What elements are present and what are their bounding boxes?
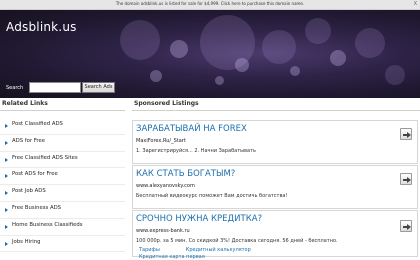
bullet-arrow-icon bbox=[5, 124, 8, 128]
bullet-arrow-icon bbox=[5, 140, 8, 145]
list-item[interactable]: Free Classified ADS Sites bbox=[0, 152, 125, 169]
divider bbox=[0, 110, 125, 111]
related-links-heading: Related Links bbox=[2, 100, 48, 107]
arrow-right-icon[interactable] bbox=[400, 128, 412, 140]
bokeh-decoration bbox=[330, 50, 346, 66]
related-link[interactable]: Free Classified ADS Sites bbox=[12, 155, 78, 161]
arrow-right-icon[interactable] bbox=[400, 173, 412, 185]
bullet-arrow-icon bbox=[5, 241, 8, 246]
bokeh-decoration bbox=[215, 76, 224, 85]
listing-url[interactable]: www.alexyanovsky.com bbox=[136, 183, 195, 189]
listing-description: 1. Зарегистрируйся... 2. Начни Зарабатыв… bbox=[136, 148, 256, 154]
listing-title[interactable]: КАК СТАТЬ БОГАТЫМ? bbox=[136, 169, 235, 179]
bullet-arrow-icon bbox=[5, 157, 8, 162]
domain-sale-bar[interactable]: The domain adsblink.us is listed for sal… bbox=[0, 0, 420, 10]
bokeh-decoration bbox=[150, 70, 162, 82]
sublink-calculator[interactable]: Кредитный калькулятор bbox=[186, 247, 251, 253]
list-item[interactable]: Home Business Classifieds bbox=[0, 219, 125, 236]
bullet-arrow-icon bbox=[5, 207, 8, 212]
related-link[interactable]: Free Business ADS bbox=[12, 205, 61, 211]
related-link[interactable]: Post ADS for Free bbox=[12, 171, 58, 177]
sponsored-listing[interactable]: СРОЧНО НУЖНА КРЕДИТКА? www.express-bank.… bbox=[132, 210, 418, 260]
listing-url[interactable]: www.express-bank.ru bbox=[136, 228, 190, 234]
bokeh-decoration bbox=[355, 28, 385, 58]
listing-description: Бесплатный видеокурс поможет Вам достичь… bbox=[136, 193, 288, 199]
list-item[interactable]: Post Classified ADS bbox=[0, 118, 125, 135]
site-title[interactable]: Adsblink.us bbox=[6, 20, 77, 34]
search-button[interactable]: Search Ads bbox=[82, 82, 115, 93]
bullet-arrow-icon bbox=[5, 174, 8, 179]
listing-sublinks: Кредитная карта первая bbox=[139, 254, 205, 260]
bokeh-decoration bbox=[170, 40, 188, 58]
divider bbox=[132, 110, 420, 111]
arrow-right-icon[interactable] bbox=[400, 220, 412, 232]
list-item[interactable]: Free Business ADS bbox=[0, 202, 125, 219]
related-link[interactable]: Post Classified ADS bbox=[12, 121, 63, 127]
related-link[interactable]: Post Job ADS bbox=[12, 188, 46, 194]
sponsored-listings-heading: Sponsored Listings bbox=[134, 100, 199, 107]
arrow-head bbox=[407, 223, 411, 230]
search-input[interactable] bbox=[29, 82, 81, 93]
listing-title[interactable]: ЗАРАБАТЫВАЙ НА FOREX bbox=[136, 124, 247, 134]
bokeh-decoration bbox=[305, 18, 331, 44]
bullet-arrow-icon bbox=[5, 224, 8, 229]
bokeh-decoration bbox=[385, 65, 405, 85]
bokeh-decoration bbox=[120, 20, 160, 60]
domain-sale-notice[interactable]: The domain adsblink.us is listed for sal… bbox=[0, 1, 420, 7]
listing-title[interactable]: СРОЧНО НУЖНА КРЕДИТКА? bbox=[136, 214, 262, 224]
bokeh-decoration bbox=[262, 30, 296, 64]
sublink-tariffs[interactable]: Тарифы bbox=[139, 247, 160, 253]
list-item[interactable]: Post ADS for Free bbox=[0, 168, 125, 186]
bokeh-decoration bbox=[235, 58, 249, 72]
arrow-head bbox=[407, 176, 411, 183]
list-item[interactable]: Post Job ADS bbox=[0, 185, 125, 202]
related-link[interactable]: Jobs Hiring bbox=[12, 239, 40, 245]
related-link[interactable]: Home Business Classifieds bbox=[12, 222, 83, 228]
list-item[interactable]: ADS for Free bbox=[0, 135, 125, 152]
sublink-first-card[interactable]: Кредитная карта первая bbox=[139, 254, 205, 260]
arrow-head bbox=[407, 131, 411, 138]
related-links-list: Post Classified ADS ADS for Free Free Cl… bbox=[0, 118, 125, 253]
listing-url[interactable]: MaxiForex.Ru/_Start bbox=[136, 138, 186, 144]
sponsored-listing[interactable]: ЗАРАБАТЫВАЙ НА FOREX MaxiForex.Ru/_Start… bbox=[132, 120, 418, 164]
header-banner: Adsblink.us Search Search Ads bbox=[0, 10, 420, 98]
sponsored-listing[interactable]: КАК СТАТЬ БОГАТЫМ? www.alexyanovsky.com … bbox=[132, 165, 418, 209]
listing-sublinks: Тарифы Кредитный калькулятор bbox=[139, 247, 251, 253]
bokeh-decoration bbox=[290, 66, 300, 76]
close-icon[interactable]: X bbox=[414, 1, 417, 7]
listing-description: 100 000р. за 5 мин. Со скидкой 3%! Доста… bbox=[136, 238, 338, 244]
search-label: Search bbox=[6, 85, 24, 91]
bullet-arrow-icon bbox=[5, 191, 8, 196]
list-item[interactable]: Jobs Hiring bbox=[0, 236, 125, 253]
related-link[interactable]: ADS for Free bbox=[12, 138, 45, 144]
